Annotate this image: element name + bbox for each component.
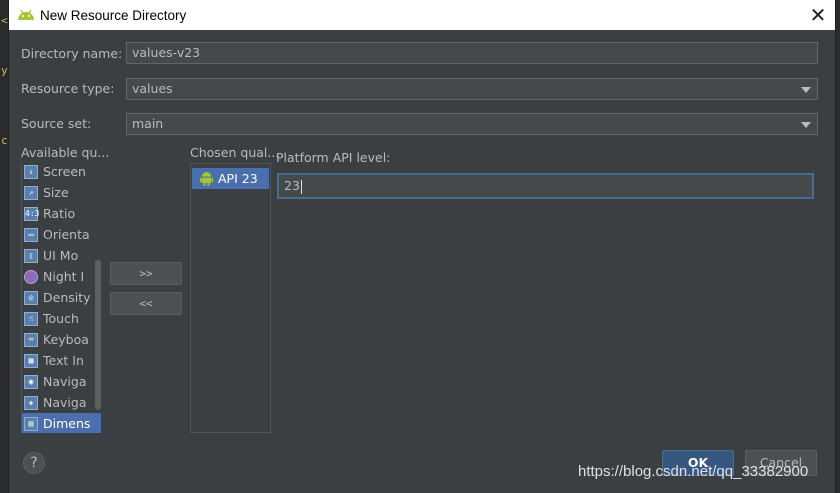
qualifier-item[interactable]: Night I <box>24 266 94 287</box>
new-resource-directory-dialog: New Resource Directory ✕ Directory name:… <box>8 0 836 493</box>
qualifier-item[interactable]: ✚ Naviga <box>24 392 94 413</box>
source-set-label: Source set: <box>21 116 92 131</box>
navigation-state-icon: ◉ <box>24 374 38 389</box>
night-mode-icon <box>24 269 38 284</box>
qualifier-item-label: Touch <box>43 311 79 326</box>
available-qualifiers-label: Available qu... <box>21 145 110 160</box>
editor-glyph: y <box>1 64 8 77</box>
scrollbar-thumb[interactable] <box>95 260 101 410</box>
screen-icon: ↓ <box>24 164 38 179</box>
qualifier-item[interactable]: ↓ Screen <box>24 163 94 182</box>
qualifier-item-label: Naviga <box>43 395 87 410</box>
qualifier-item[interactable]: ⌨ Keyboa <box>24 329 94 350</box>
text-input-icon: ▦ <box>24 353 38 368</box>
qualifier-item-label: Density <box>43 290 91 305</box>
android-icon <box>200 172 213 186</box>
qualifier-item[interactable]: ▯ UI Mo <box>24 245 94 266</box>
source-set-select[interactable]: main <box>126 113 818 135</box>
dimension-icon: ▤ <box>24 416 38 431</box>
navigation-method-icon: ✚ <box>24 395 38 410</box>
size-icon: ↗ <box>24 185 38 200</box>
qualifier-item-label: Dimens <box>43 416 91 431</box>
qualifier-item-label: Ratio <box>43 206 76 221</box>
qualifier-item-label: Screen <box>43 164 86 179</box>
editor-glyph: < <box>1 14 8 27</box>
qualifier-item-label: Orienta <box>43 227 90 242</box>
resource-type-select[interactable]: values <box>126 78 818 100</box>
remove-qualifier-button[interactable]: << <box>110 292 182 315</box>
source-set-value: main <box>132 116 164 131</box>
qualifier-item-label: Keyboa <box>43 332 89 347</box>
qualifier-item[interactable]: ↗ Size <box>24 182 94 203</box>
qualifier-item[interactable]: 4:3 Ratio <box>24 203 94 224</box>
touch-icon: ☝ <box>24 311 38 326</box>
window-title: New Resource Directory <box>40 7 187 23</box>
text-caret <box>300 179 302 194</box>
close-icon[interactable]: ✕ <box>807 4 829 26</box>
ratio-icon: 4:3 <box>24 206 39 221</box>
qualifier-item[interactable]: ☝ Touch <box>24 308 94 329</box>
dropdown-arrow-icon <box>801 87 811 93</box>
qualifier-item[interactable]: ▭ Orienta <box>24 224 94 245</box>
scrollbar[interactable] <box>95 165 101 431</box>
qualifier-item-label: UI Mo <box>43 248 79 263</box>
keyboard-icon: ⌨ <box>24 332 38 347</box>
chosen-qualifier-label: API 23 <box>218 171 258 186</box>
android-studio-icon <box>18 9 34 20</box>
chosen-qualifiers-list[interactable]: API 23 <box>190 163 271 433</box>
editor-glyph: c <box>1 134 8 147</box>
directory-name-field[interactable]: values-v23 <box>126 42 818 64</box>
qualifier-item[interactable]: ◎ Density <box>24 287 94 308</box>
qualifier-item[interactable]: ▦ Text In <box>24 350 94 371</box>
add-qualifier-button[interactable]: >> <box>110 262 182 285</box>
qualifier-item[interactable]: ◉ Naviga <box>24 371 94 392</box>
platform-api-level-label: Platform API level: <box>276 150 391 165</box>
qualifier-item-label: Naviga <box>43 374 87 389</box>
qualifier-item-label: Night I <box>43 269 85 284</box>
density-icon: ◎ <box>24 290 38 305</box>
directory-name-label: Directory name: <box>21 46 123 61</box>
qualifier-item-label: Text In <box>43 353 84 368</box>
watermark-text: https://blog.csdn.net/qq_33382900 <box>578 463 809 480</box>
background-editor-edge: < y c <box>0 0 8 493</box>
orientation-icon: ▭ <box>24 227 38 242</box>
chosen-qualifiers-label: Chosen qual... <box>190 145 280 160</box>
chosen-qualifier-item[interactable]: API 23 <box>192 168 269 189</box>
ui-mode-icon: ▯ <box>24 248 38 263</box>
dropdown-arrow-icon <box>801 122 811 128</box>
resource-type-label: Resource type: <box>21 81 115 96</box>
help-button[interactable]: ? <box>23 452 45 474</box>
title-bar: New Resource Directory ✕ <box>9 0 835 30</box>
platform-api-level-input[interactable]: 23 <box>277 173 814 199</box>
qualifier-item[interactable]: ▤ Dimens <box>22 413 101 433</box>
platform-api-level-value: 23 <box>284 178 300 193</box>
resource-type-value: values <box>132 81 173 96</box>
qualifier-item-label: Size <box>43 185 69 200</box>
available-qualifiers-list[interactable]: ▤ Dimens ✚ Naviga ◉ Naviga ▦ Text In ⌨ Keyboa ☝ Tou… <box>21 163 102 433</box>
